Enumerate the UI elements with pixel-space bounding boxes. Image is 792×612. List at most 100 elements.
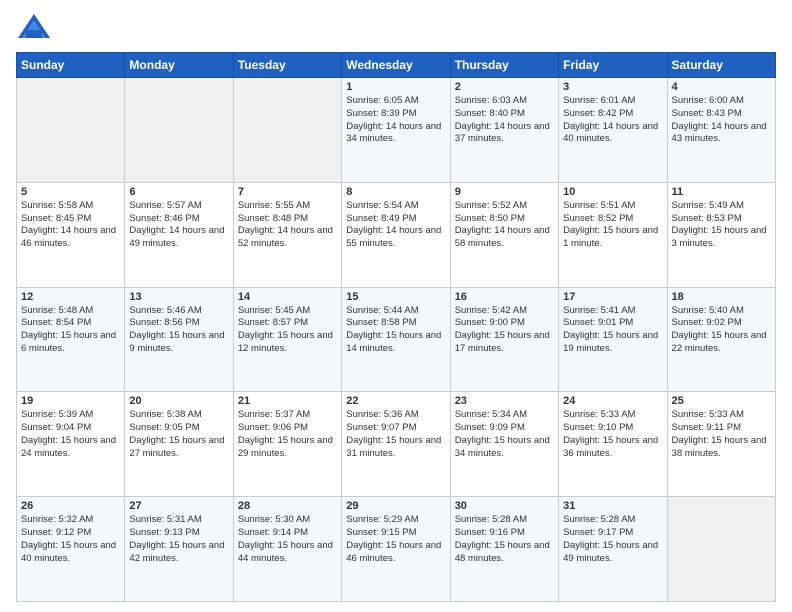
calendar-cell: 5 Sunrise: 5:58 AM Sunset: 8:45 PM Daylig… bbox=[17, 182, 125, 287]
col-header-monday: Monday bbox=[125, 53, 233, 78]
day-number: 24 bbox=[563, 395, 662, 407]
calendar-cell: 1 Sunrise: 6:05 AM Sunset: 8:39 PM Daylig… bbox=[342, 78, 450, 183]
calendar-cell: 2 Sunrise: 6:03 AM Sunset: 8:40 PM Daylig… bbox=[450, 78, 558, 183]
cell-content: Sunrise: 5:37 AM Sunset: 9:06 PM Dayligh… bbox=[238, 409, 337, 460]
day-number: 25 bbox=[672, 395, 771, 407]
cell-content: Sunrise: 5:41 AM Sunset: 9:01 PM Dayligh… bbox=[563, 305, 662, 356]
cell-content: Sunrise: 5:55 AM Sunset: 8:48 PM Dayligh… bbox=[238, 200, 337, 251]
cell-content: Sunrise: 6:05 AM Sunset: 8:39 PM Dayligh… bbox=[346, 95, 445, 146]
calendar-cell: 9Sunrise: 5:52 AM Sunset: 8:50 PM Daylig… bbox=[450, 182, 558, 287]
col-header-thursday: Thursday bbox=[450, 53, 558, 78]
cell-content: Sunrise: 5:44 AM Sunset: 8:58 PM Dayligh… bbox=[346, 305, 445, 356]
calendar-cell: 22 Sunrise: 5:36 AM Sunset: 9:07 PM Dayli… bbox=[342, 392, 450, 497]
calendar-cell: 31 Sunrise: 5:28 AM Sunset: 9:17 PM Dayli… bbox=[559, 497, 667, 602]
calendar-cell: 4Sunrise: 6:00 AM Sunset: 8:43 PM Daylig… bbox=[667, 78, 775, 183]
day-number: 9 bbox=[455, 186, 554, 198]
calendar-cell bbox=[17, 78, 125, 183]
col-header-sunday: Sunday bbox=[17, 53, 125, 78]
cell-content: Sunrise: 5:38 AM Sunset: 9:05 PM Dayligh… bbox=[129, 409, 228, 460]
logo-icon bbox=[16, 10, 52, 46]
cell-content: Sunrise: 5:49 AM Sunset: 8:53 PM Dayligh… bbox=[672, 200, 771, 251]
cell-content: Sunrise: 5:32 AM Sunset: 9:12 PM Dayligh… bbox=[21, 514, 120, 565]
cell-content: Sunrise: 6:01 AM Sunset: 8:42 PM Dayligh… bbox=[563, 95, 662, 146]
day-number: 23 bbox=[455, 395, 554, 407]
calendar-cell: 19 Sunrise: 5:39 AM Sunset: 9:04 PM Dayli… bbox=[17, 392, 125, 497]
day-number: 4 bbox=[672, 81, 771, 93]
calendar-cell: 30Sunrise: 5:28 AM Sunset: 9:16 PM Dayli… bbox=[450, 497, 558, 602]
calendar-cell: 20 Sunrise: 5:38 AM Sunset: 9:05 PM Dayli… bbox=[125, 392, 233, 497]
day-number: 29 bbox=[346, 500, 445, 512]
col-header-saturday: Saturday bbox=[667, 53, 775, 78]
day-number: 6 bbox=[129, 186, 228, 198]
col-header-tuesday: Tuesday bbox=[233, 53, 341, 78]
cell-content: Sunrise: 5:31 AM Sunset: 9:13 PM Dayligh… bbox=[129, 514, 228, 565]
header-row: SundayMondayTuesdayWednesdayThursdayFrid… bbox=[17, 53, 776, 78]
day-number: 26 bbox=[21, 500, 120, 512]
col-header-wednesday: Wednesday bbox=[342, 53, 450, 78]
cell-content: Sunrise: 5:54 AM Sunset: 8:49 PM Dayligh… bbox=[346, 200, 445, 251]
calendar-cell: 26 Sunrise: 5:32 AM Sunset: 9:12 PM Dayli… bbox=[17, 497, 125, 602]
cell-content: Sunrise: 5:51 AM Sunset: 8:52 PM Dayligh… bbox=[563, 200, 662, 251]
day-number: 31 bbox=[563, 500, 662, 512]
col-header-friday: Friday bbox=[559, 53, 667, 78]
cell-content: Sunrise: 5:36 AM Sunset: 9:07 PM Dayligh… bbox=[346, 409, 445, 460]
calendar-cell: 7 Sunrise: 5:55 AM Sunset: 8:48 PM Daylig… bbox=[233, 182, 341, 287]
week-row-4: 26 Sunrise: 5:32 AM Sunset: 9:12 PM Dayli… bbox=[17, 497, 776, 602]
cell-content: Sunrise: 5:34 AM Sunset: 9:09 PM Dayligh… bbox=[455, 409, 554, 460]
day-number: 16 bbox=[455, 291, 554, 303]
day-number: 22 bbox=[346, 395, 445, 407]
day-number: 2 bbox=[455, 81, 554, 93]
calendar-cell: 15 Sunrise: 5:44 AM Sunset: 8:58 PM Dayli… bbox=[342, 287, 450, 392]
day-number: 13 bbox=[129, 291, 228, 303]
cell-content: Sunrise: 5:33 AM Sunset: 9:11 PM Dayligh… bbox=[672, 409, 771, 460]
calendar-cell bbox=[233, 78, 341, 183]
cell-content: Sunrise: 5:39 AM Sunset: 9:04 PM Dayligh… bbox=[21, 409, 120, 460]
cell-content: Sunrise: 5:29 AM Sunset: 9:15 PM Dayligh… bbox=[346, 514, 445, 565]
day-number: 19 bbox=[21, 395, 120, 407]
calendar-cell bbox=[125, 78, 233, 183]
calendar-cell: 27 Sunrise: 5:31 AM Sunset: 9:13 PM Dayli… bbox=[125, 497, 233, 602]
calendar-cell: 10 Sunrise: 5:51 AM Sunset: 8:52 PM Dayli… bbox=[559, 182, 667, 287]
day-number: 21 bbox=[238, 395, 337, 407]
cell-content: Sunrise: 5:58 AM Sunset: 8:45 PM Dayligh… bbox=[21, 200, 120, 251]
day-number: 18 bbox=[672, 291, 771, 303]
calendar-cell: 25 Sunrise: 5:33 AM Sunset: 9:11 PM Dayli… bbox=[667, 392, 775, 497]
day-number: 17 bbox=[563, 291, 662, 303]
calendar-cell: 14Sunrise: 5:45 AM Sunset: 8:57 PM Dayli… bbox=[233, 287, 341, 392]
day-number: 27 bbox=[129, 500, 228, 512]
calendar-cell: 11 Sunrise: 5:49 AM Sunset: 8:53 PM Dayli… bbox=[667, 182, 775, 287]
week-row-2: 12 Sunrise: 5:48 AM Sunset: 8:54 PM Dayli… bbox=[17, 287, 776, 392]
day-number: 10 bbox=[563, 186, 662, 198]
day-number: 15 bbox=[346, 291, 445, 303]
calendar-cell: 8 Sunrise: 5:54 AM Sunset: 8:49 PM Daylig… bbox=[342, 182, 450, 287]
page: SundayMondayTuesdayWednesdayThursdayFrid… bbox=[0, 0, 792, 612]
day-number: 28 bbox=[238, 500, 337, 512]
day-number: 1 bbox=[346, 81, 445, 93]
calendar-cell: 29 Sunrise: 5:29 AM Sunset: 9:15 PM Dayli… bbox=[342, 497, 450, 602]
logo bbox=[16, 10, 56, 46]
header bbox=[16, 10, 776, 46]
week-row-3: 19 Sunrise: 5:39 AM Sunset: 9:04 PM Dayli… bbox=[17, 392, 776, 497]
day-number: 11 bbox=[672, 186, 771, 198]
cell-content: Sunrise: 5:28 AM Sunset: 9:16 PM Dayligh… bbox=[455, 514, 554, 565]
calendar-cell: 3 Sunrise: 6:01 AM Sunset: 8:42 PM Daylig… bbox=[559, 78, 667, 183]
cell-content: Sunrise: 5:28 AM Sunset: 9:17 PM Dayligh… bbox=[563, 514, 662, 565]
cell-content: Sunrise: 5:46 AM Sunset: 8:56 PM Dayligh… bbox=[129, 305, 228, 356]
day-number: 7 bbox=[238, 186, 337, 198]
cell-content: Sunrise: 5:48 AM Sunset: 8:54 PM Dayligh… bbox=[21, 305, 120, 356]
day-number: 8 bbox=[346, 186, 445, 198]
day-number: 5 bbox=[21, 186, 120, 198]
calendar-cell: 21 Sunrise: 5:37 AM Sunset: 9:06 PM Dayli… bbox=[233, 392, 341, 497]
calendar-cell: 13 Sunrise: 5:46 AM Sunset: 8:56 PM Dayli… bbox=[125, 287, 233, 392]
calendar-cell: 17 Sunrise: 5:41 AM Sunset: 9:01 PM Dayli… bbox=[559, 287, 667, 392]
day-number: 20 bbox=[129, 395, 228, 407]
cell-content: Sunrise: 5:57 AM Sunset: 8:46 PM Dayligh… bbox=[129, 200, 228, 251]
calendar-cell: 18Sunrise: 5:40 AM Sunset: 9:02 PM Dayli… bbox=[667, 287, 775, 392]
day-number: 12 bbox=[21, 291, 120, 303]
calendar-cell: 16Sunrise: 5:42 AM Sunset: 9:00 PM Dayli… bbox=[450, 287, 558, 392]
calendar-cell bbox=[667, 497, 775, 602]
day-number: 14 bbox=[238, 291, 337, 303]
cell-content: Sunrise: 6:03 AM Sunset: 8:40 PM Dayligh… bbox=[455, 95, 554, 146]
cell-content: Sunrise: 5:30 AM Sunset: 9:14 PM Dayligh… bbox=[238, 514, 337, 565]
day-number: 3 bbox=[563, 81, 662, 93]
